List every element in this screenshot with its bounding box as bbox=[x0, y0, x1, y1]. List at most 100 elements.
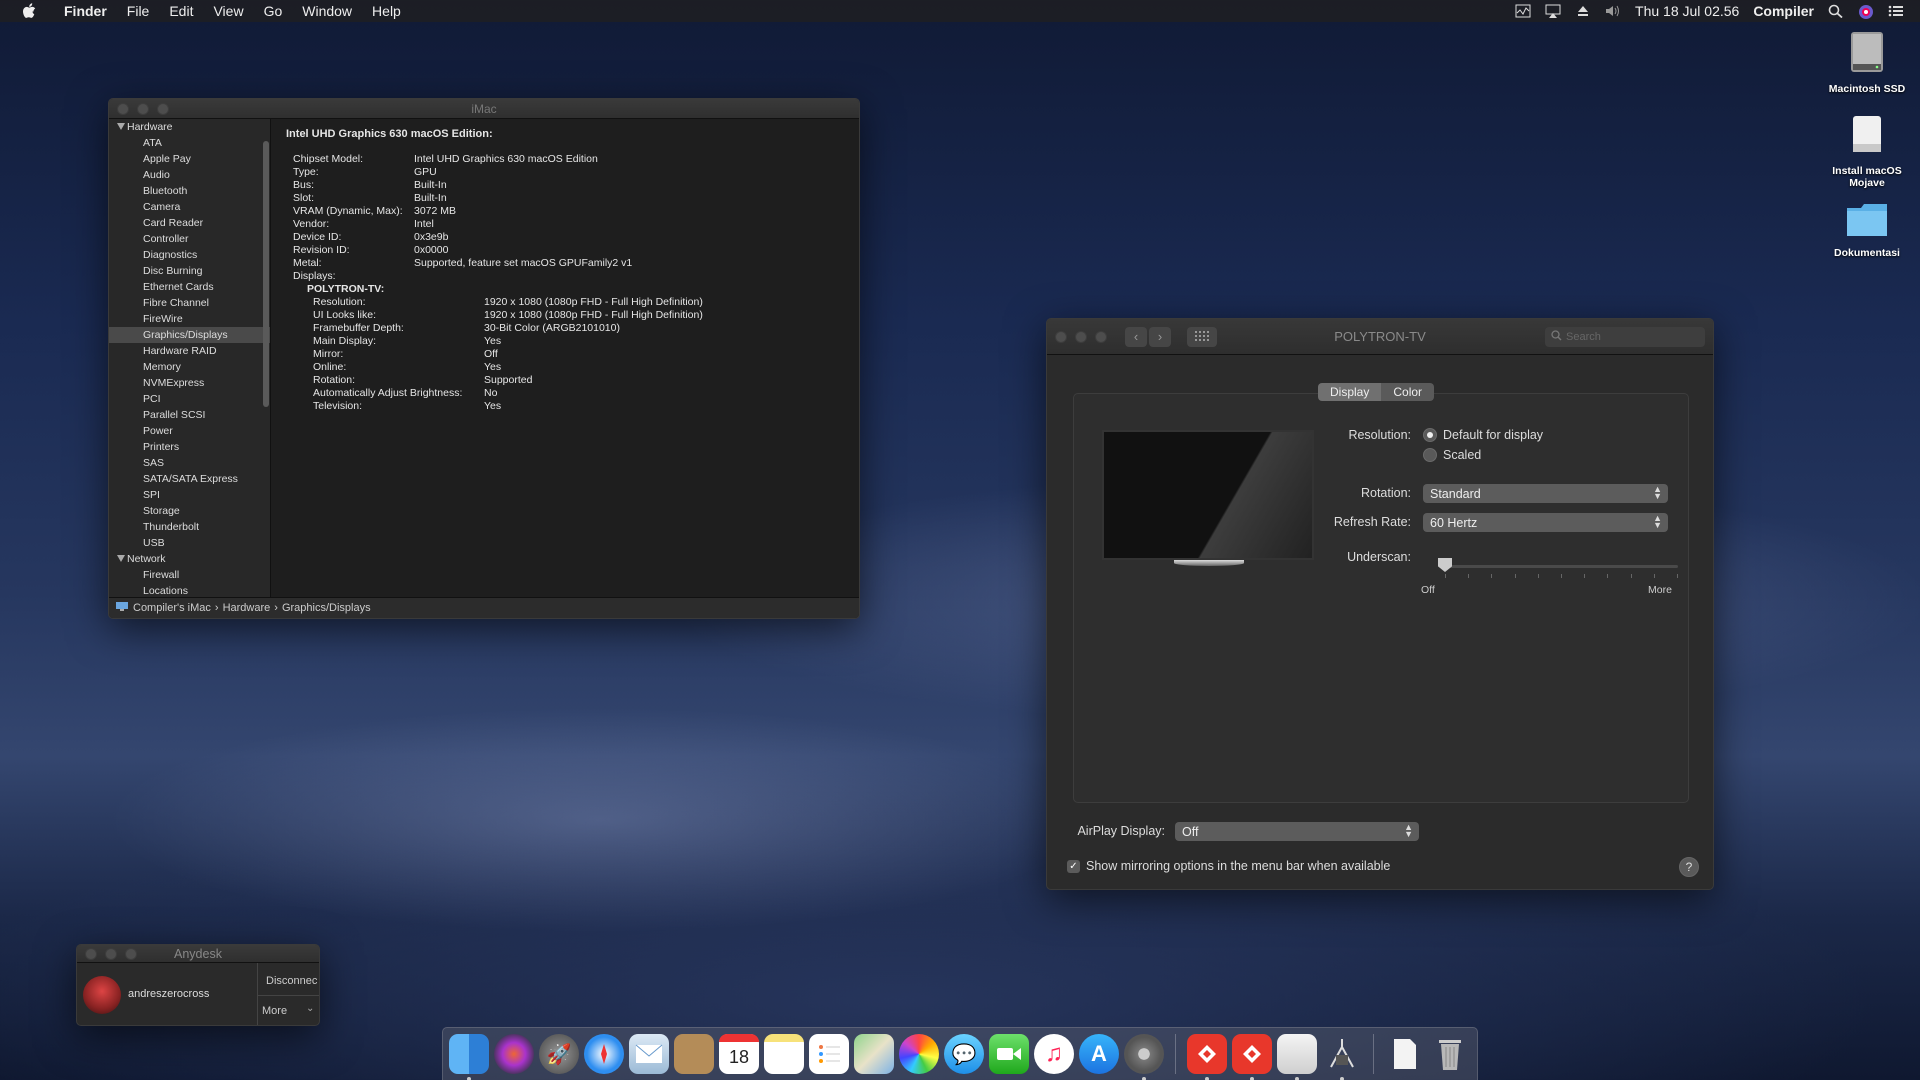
activity-monitor-icon[interactable] bbox=[1515, 4, 1531, 18]
sidebar-section-hardware[interactable]: Hardware bbox=[109, 119, 270, 135]
sidebar-item-camera[interactable]: Camera bbox=[109, 199, 270, 215]
notes-icon[interactable] bbox=[764, 1034, 804, 1074]
trash-icon[interactable] bbox=[1430, 1034, 1470, 1074]
go-menu[interactable]: Go bbox=[254, 3, 293, 19]
sidebar-item-disc-burning[interactable]: Disc Burning bbox=[109, 263, 270, 279]
minimize-button[interactable] bbox=[137, 102, 149, 115]
resolution-scaled-radio[interactable]: Scaled bbox=[1423, 448, 1481, 462]
calendar-icon[interactable]: 18 bbox=[719, 1034, 759, 1074]
sidebar-item-nvmexpress[interactable]: NVMExpress bbox=[109, 375, 270, 391]
radio-button[interactable] bbox=[1423, 428, 1437, 442]
volume-icon[interactable] bbox=[1605, 4, 1621, 18]
minimize-button[interactable] bbox=[1075, 330, 1087, 343]
file-menu[interactable]: File bbox=[117, 3, 160, 19]
zoom-button[interactable] bbox=[125, 947, 137, 960]
help-menu[interactable]: Help bbox=[362, 3, 411, 19]
launchpad-icon[interactable]: 🚀 bbox=[539, 1034, 579, 1074]
sidebar-item-card-reader[interactable]: Card Reader bbox=[109, 215, 270, 231]
spotlight-search-icon[interactable] bbox=[1828, 4, 1844, 19]
sidebar-item-spi[interactable]: SPI bbox=[109, 487, 270, 503]
sidebar-item-firewire[interactable]: FireWire bbox=[109, 311, 270, 327]
tab-display[interactable]: Display bbox=[1318, 383, 1382, 401]
sidebar-item-thunderbolt[interactable]: Thunderbolt bbox=[109, 519, 270, 535]
window-titlebar[interactable]: Anydesk bbox=[77, 945, 319, 963]
sidebar-item-audio[interactable]: Audio bbox=[109, 167, 270, 183]
sidebar-item-ethernet-cards[interactable]: Ethernet Cards bbox=[109, 279, 270, 295]
airplay-display-select[interactable]: Off ▲ ▼ bbox=[1175, 822, 1419, 841]
maps-icon[interactable] bbox=[854, 1034, 894, 1074]
sidebar-item-storage[interactable]: Storage bbox=[109, 503, 270, 519]
sidebar-item-power[interactable]: Power bbox=[109, 423, 270, 439]
tab-color[interactable]: Color bbox=[1381, 383, 1435, 401]
mirroring-option[interactable]: ✓ Show mirroring options in the menu bar… bbox=[1067, 859, 1390, 873]
safari-icon[interactable] bbox=[584, 1034, 624, 1074]
facetime-icon[interactable] bbox=[989, 1034, 1029, 1074]
sidebar-item-controller[interactable]: Controller bbox=[109, 231, 270, 247]
menubar-clock[interactable]: Thu 18 Jul 02.56 bbox=[1635, 3, 1739, 19]
sidebar-section-network[interactable]: Network bbox=[109, 551, 270, 567]
messages-icon[interactable]: 💬 bbox=[944, 1034, 984, 1074]
sidebar-item-firewall[interactable]: Firewall bbox=[109, 567, 270, 583]
chevron-down-icon[interactable]: ⌄ bbox=[306, 1003, 314, 1014]
resolution-default-radio[interactable]: Default for display bbox=[1423, 428, 1543, 442]
apple-menu-icon[interactable] bbox=[18, 0, 40, 22]
zoom-button[interactable] bbox=[1095, 330, 1107, 343]
breadcrumb-item[interactable]: Hardware bbox=[223, 602, 271, 614]
underscan-slider[interactable] bbox=[1444, 565, 1678, 568]
back-button[interactable]: ‹ bbox=[1125, 326, 1147, 347]
sidebar-item-memory[interactable]: Memory bbox=[109, 359, 270, 375]
disconnect-button[interactable]: Disconnec bbox=[266, 975, 317, 987]
sidebar-item-hardware-raid[interactable]: Hardware RAID bbox=[109, 343, 270, 359]
window-menu[interactable]: Window bbox=[292, 3, 362, 19]
forward-button[interactable]: › bbox=[1149, 326, 1171, 347]
finder-icon[interactable] bbox=[449, 1034, 489, 1080]
app-name-menu[interactable]: Finder bbox=[54, 3, 117, 19]
airplay-icon[interactable] bbox=[1545, 4, 1561, 18]
view-menu[interactable]: View bbox=[203, 3, 253, 19]
sidebar-item-sas[interactable]: SAS bbox=[109, 455, 270, 471]
sidebar-scrollbar[interactable] bbox=[263, 141, 269, 407]
anydesk-alt-icon[interactable] bbox=[1232, 1034, 1272, 1080]
app-store-icon[interactable]: A bbox=[1079, 1034, 1119, 1074]
utility-icon[interactable] bbox=[1322, 1034, 1362, 1080]
close-button[interactable] bbox=[117, 102, 129, 115]
disclosure-triangle-icon[interactable] bbox=[117, 555, 125, 562]
radio-button[interactable] bbox=[1423, 448, 1437, 462]
anydesk-icon[interactable] bbox=[1187, 1034, 1227, 1080]
search-input[interactable]: Search bbox=[1545, 327, 1705, 347]
breadcrumb-item[interactable]: Compiler's iMac bbox=[133, 602, 211, 614]
desktop-icon-dokumentasi[interactable]: Dokumentasi bbox=[1822, 200, 1912, 259]
sidebar-item-usb[interactable]: USB bbox=[109, 535, 270, 551]
show-all-button[interactable] bbox=[1187, 326, 1217, 347]
sidebar-item-ata[interactable]: ATA bbox=[109, 135, 270, 151]
edit-menu[interactable]: Edit bbox=[159, 3, 203, 19]
siri-icon[interactable] bbox=[494, 1034, 534, 1074]
sidebar-item-parallel-scsi[interactable]: Parallel SCSI bbox=[109, 407, 270, 423]
underscan-slider-knob[interactable] bbox=[1438, 558, 1452, 572]
help-button[interactable]: ? bbox=[1679, 857, 1699, 877]
breadcrumb-item[interactable]: Graphics/Displays bbox=[282, 602, 371, 614]
notification-center-icon[interactable] bbox=[1888, 4, 1904, 18]
sidebar-item-diagnostics[interactable]: Diagnostics bbox=[109, 247, 270, 263]
sidebar-item-graphics-displays[interactable]: Graphics/Displays bbox=[109, 327, 270, 343]
siri-icon[interactable] bbox=[1858, 4, 1874, 19]
close-button[interactable] bbox=[85, 947, 97, 960]
mail-icon[interactable] bbox=[629, 1034, 669, 1074]
itunes-icon[interactable]: ♫ bbox=[1034, 1034, 1074, 1074]
eject-icon[interactable] bbox=[1575, 4, 1591, 18]
desktop-icon-macintosh-ssd[interactable]: Macintosh SSD bbox=[1822, 28, 1912, 95]
rotation-select[interactable]: Standard ▲ ▼ bbox=[1423, 484, 1668, 503]
more-button[interactable]: More bbox=[262, 1005, 287, 1017]
close-button[interactable] bbox=[1055, 330, 1067, 343]
sidebar-item-pci[interactable]: PCI bbox=[109, 391, 270, 407]
sidebar-item-apple-pay[interactable]: Apple Pay bbox=[109, 151, 270, 167]
zoom-button[interactable] bbox=[157, 102, 169, 115]
mirroring-checkbox[interactable]: ✓ bbox=[1067, 859, 1080, 873]
contacts-icon[interactable] bbox=[674, 1034, 714, 1074]
document-icon[interactable] bbox=[1385, 1034, 1425, 1074]
text-editor-icon[interactable] bbox=[1277, 1034, 1317, 1080]
sidebar-item-printers[interactable]: Printers bbox=[109, 439, 270, 455]
photos-icon[interactable] bbox=[899, 1034, 939, 1074]
window-titlebar[interactable]: iMac bbox=[109, 99, 859, 119]
desktop-icon-install-macos[interactable]: Install macOS Mojave bbox=[1822, 112, 1912, 189]
